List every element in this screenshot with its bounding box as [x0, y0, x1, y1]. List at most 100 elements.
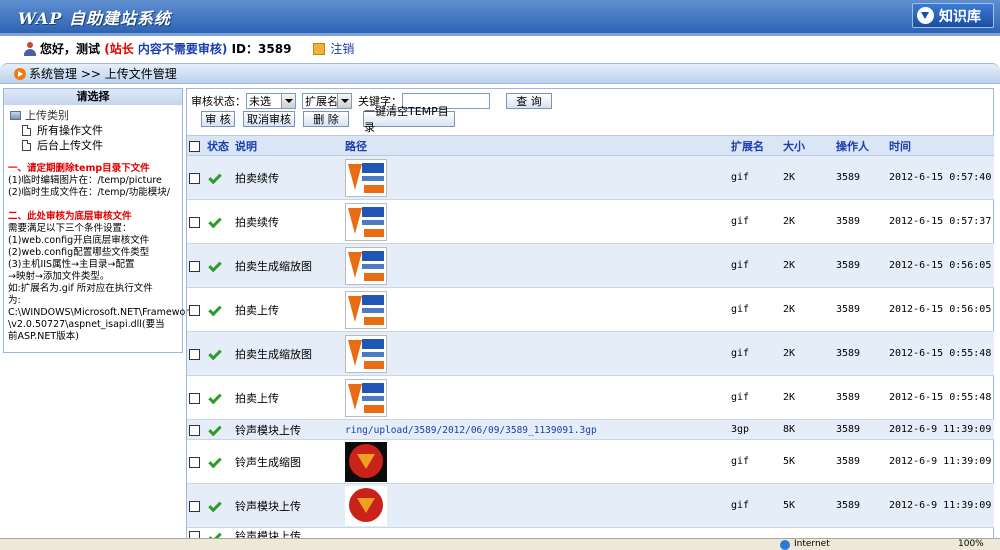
user-bar: 您好，测试 (站长 内容不需要审核) ID：3589 注销	[0, 33, 1000, 61]
extension-select[interactable]: 扩展名	[302, 93, 352, 109]
image-thumbnail[interactable]	[345, 485, 387, 526]
note-line: C:\WINDOWS\Microsoft.NET\Framework	[8, 307, 195, 318]
cancel-approve-button[interactable]: 取消审核	[243, 111, 295, 127]
row-time: 2012-6-15 0:56:05	[887, 243, 994, 288]
checkmark-icon	[208, 346, 222, 361]
row-checkbox[interactable]	[189, 216, 200, 228]
tree-item-backend-files[interactable]: 后台上传文件	[10, 138, 182, 153]
col-time: 时间	[887, 135, 994, 156]
row-select-cell	[187, 439, 205, 484]
row-user: 3589	[834, 287, 887, 332]
row-select-cell	[187, 419, 205, 440]
delete-button[interactable]: 删 除	[303, 111, 349, 127]
row-desc: 拍卖生成缩放图	[233, 243, 343, 288]
row-desc: 铃声模块上传	[233, 483, 343, 528]
document-icon	[22, 140, 31, 151]
checkmark-icon	[208, 214, 222, 229]
approve-button[interactable]: 审 核	[201, 111, 235, 127]
select-all-checkbox[interactable]	[189, 140, 200, 152]
note2-title: 二、此处审核为底层审核文件	[8, 211, 132, 222]
row-time: 2012-6-15 0:57:40	[887, 155, 994, 200]
image-thumbnail[interactable]	[345, 378, 387, 417]
image-thumbnail[interactable]	[345, 290, 387, 329]
logout-link[interactable]: 注销	[330, 40, 354, 57]
row-user: 3589	[834, 439, 887, 484]
search-button[interactable]: 查 询	[506, 93, 552, 109]
row-checkbox[interactable]	[189, 304, 200, 316]
row-checkbox[interactable]	[189, 456, 200, 468]
zoom-level[interactable]: 100%	[958, 539, 984, 549]
row-time: 2012-6-15 0:57:37	[887, 199, 994, 244]
tree-item-label: 所有操作文件	[37, 124, 103, 137]
table-row[interactable]: 拍卖续传 gif 2K 3589 2012-6-15 0:57:40	[187, 155, 994, 200]
row-desc: 拍卖续传	[233, 155, 343, 200]
breadcrumb: 系统管理 >> 上传文件管理	[29, 67, 177, 81]
row-select-cell	[187, 483, 205, 528]
table-row[interactable]: 拍卖续传 gif 2K 3589 2012-6-15 0:57:37	[187, 199, 994, 244]
checkmark-icon	[208, 454, 222, 469]
row-select-cell	[187, 243, 205, 288]
row-status-cell	[205, 439, 233, 484]
row-size: 2K	[781, 375, 834, 420]
note-line: 需要满足以下三个条件设置：	[8, 223, 132, 234]
row-checkbox[interactable]	[189, 500, 200, 512]
image-thumbnail[interactable]	[345, 441, 387, 482]
row-ext: 3gp	[729, 419, 781, 440]
table-row[interactable]: 拍卖上传 gif 2K 3589 2012-6-15 0:55:48	[187, 375, 994, 420]
row-ext: gif	[729, 155, 781, 200]
clear-temp-button[interactable]: 一键清空TEMP目录	[363, 105, 455, 134]
tree-root[interactable]: 上传类别	[10, 108, 182, 123]
sidebar-heading: 请选择	[4, 89, 182, 105]
checkmark-icon	[208, 390, 222, 405]
chevron-down-icon	[281, 94, 295, 108]
row-desc: 拍卖生成缩放图	[233, 331, 343, 376]
row-path-cell	[343, 331, 729, 376]
user-role: (站长	[104, 42, 134, 56]
table-row[interactable]: 铃声生成缩图 gif 5K 3589 2012-6-9 11:39:09	[187, 439, 994, 484]
row-checkbox[interactable]	[189, 424, 200, 436]
checkmark-icon	[208, 302, 222, 317]
row-checkbox[interactable]	[189, 260, 200, 272]
row-user: 3589	[834, 243, 887, 288]
note-line: 为:	[8, 295, 21, 306]
zone-label: Internet	[794, 539, 830, 549]
document-icon	[22, 125, 31, 136]
globe-icon	[780, 540, 790, 550]
status-select[interactable]: 未选	[246, 93, 296, 109]
logout-icon[interactable]	[313, 42, 326, 55]
row-status-cell	[205, 375, 233, 420]
sidebar: 请选择 上传类别 所有操作文件 后台上传文件 一、请定期删除temp目录下文件 …	[3, 88, 195, 353]
row-checkbox[interactable]	[189, 348, 200, 360]
row-time: 2012-6-9 11:39:09	[887, 419, 994, 440]
col-ext: 扩展名	[729, 135, 781, 156]
row-time: 2012-6-15 0:55:48	[887, 375, 994, 420]
file-path-link[interactable]: ring/upload/3589/2012/06/09/3589_1139091…	[345, 425, 597, 436]
greeting: 您好，	[40, 42, 77, 56]
row-status-cell	[205, 483, 233, 528]
image-thumbnail[interactable]	[345, 246, 387, 285]
table-row[interactable]: 铃声模块上传 gif 5K 3589 2012-6-9 11:39:09	[187, 483, 994, 528]
col-user: 操作人	[834, 135, 887, 156]
table-row[interactable]: 铃声模块上传 ring/upload/3589/2012/06/09/3589_1…	[187, 419, 994, 440]
row-time: 2012-6-9 11:39:09	[887, 439, 994, 484]
table-row[interactable]: 拍卖生成缩放图 gif 2K 3589 2012-6-15 0:55:48	[187, 331, 994, 376]
knowledge-base-button[interactable]: 知识库	[912, 3, 994, 28]
chevron-down-icon	[337, 94, 351, 108]
table-row[interactable]: 拍卖上传 gif 2K 3589 2012-6-15 0:56:05	[187, 287, 994, 332]
image-thumbnail[interactable]	[345, 334, 387, 373]
row-select-cell	[187, 331, 205, 376]
table-row[interactable]: 拍卖生成缩放图 gif 2K 3589 2012-6-15 0:56:05	[187, 243, 994, 288]
row-status-cell	[205, 155, 233, 200]
note-line: →映射→添加文件类型。	[8, 271, 110, 282]
checkmark-icon	[208, 498, 222, 513]
image-thumbnail[interactable]	[345, 202, 387, 241]
row-checkbox[interactable]	[189, 392, 200, 404]
note-line: (2)web.config配置哪些文件类型	[8, 247, 150, 258]
tree-item-all-files[interactable]: 所有操作文件	[10, 123, 182, 138]
row-user: 3589	[834, 375, 887, 420]
user-id: ID：3589	[231, 42, 292, 56]
row-select-cell	[187, 199, 205, 244]
image-thumbnail[interactable]	[345, 158, 387, 197]
row-checkbox[interactable]	[189, 172, 200, 184]
tree-root-label: 上传类别	[25, 109, 69, 122]
